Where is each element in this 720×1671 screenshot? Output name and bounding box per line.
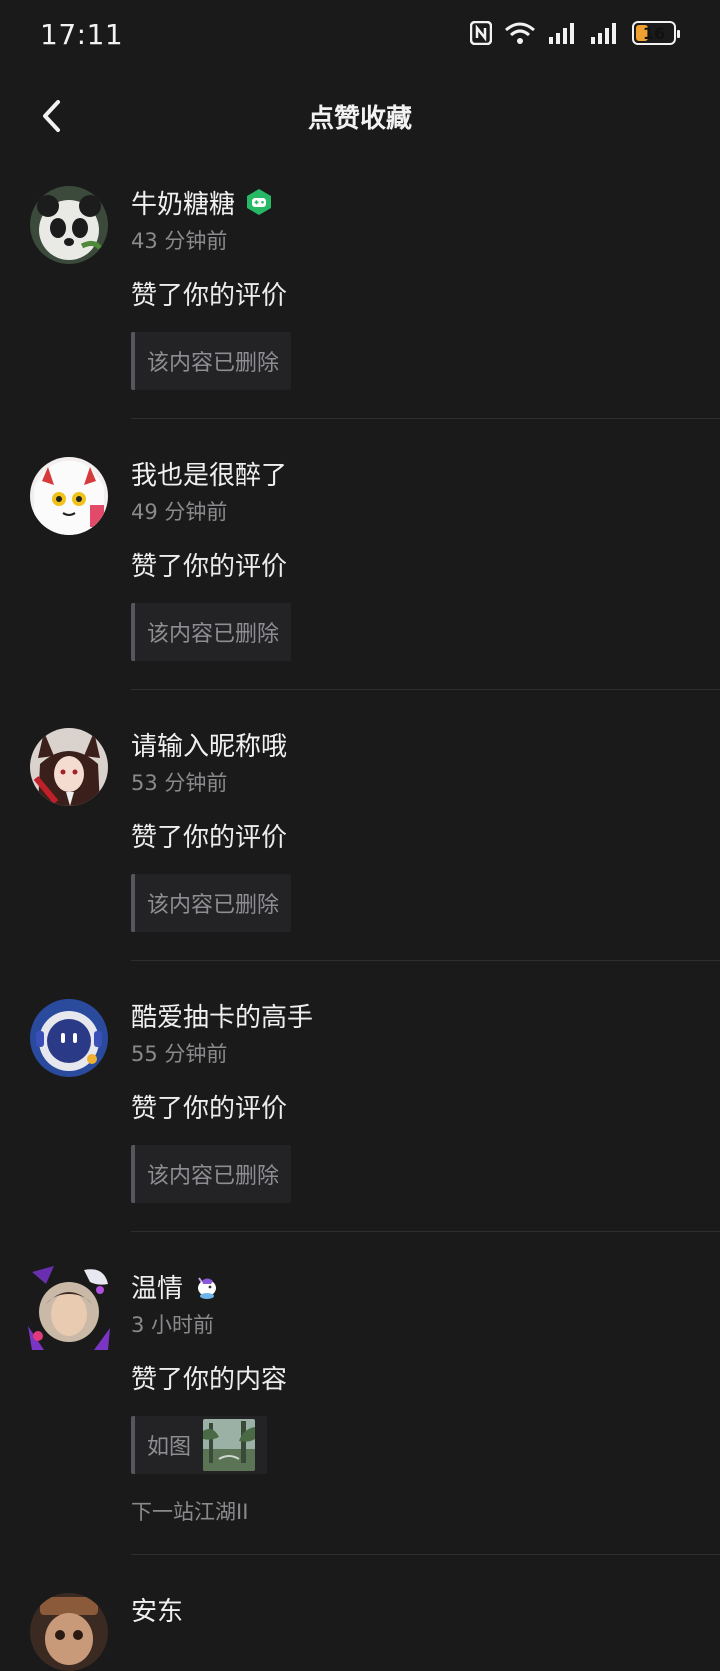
content-thumbnail-image[interactable] bbox=[203, 1419, 256, 1471]
quoted-text: 该内容已删除 bbox=[147, 1164, 280, 1189]
divider bbox=[131, 689, 720, 690]
divider bbox=[131, 1231, 720, 1232]
avatar-with-frame[interactable] bbox=[24, 1264, 114, 1354]
wifi-icon bbox=[505, 22, 535, 44]
status-icons: 16 bbox=[470, 20, 680, 46]
list-item[interactable]: 我也是很醉了 49 分钟前 赞了你的评价 该内容已删除 bbox=[0, 447, 720, 690]
list-item[interactable]: 牛奶糖糖 43 分钟前 赞了你的评价 该内容已删除 bbox=[0, 176, 720, 419]
username[interactable]: 温情 bbox=[131, 1268, 183, 1305]
header: 点赞收藏 bbox=[0, 76, 720, 156]
nfc-icon bbox=[470, 21, 492, 45]
game-controller-badge-icon bbox=[247, 189, 272, 215]
quoted-content[interactable]: 该内容已删除 bbox=[131, 332, 292, 390]
divider bbox=[131, 1554, 720, 1555]
avatar[interactable] bbox=[30, 186, 108, 264]
username[interactable]: 我也是很醉了 bbox=[131, 455, 287, 492]
quoted-content[interactable]: 如图 bbox=[131, 1416, 268, 1474]
list-item[interactable]: 请输入昵称哦 53 分钟前 赞了你的评价 该内容已删除 bbox=[0, 718, 720, 961]
divider bbox=[131, 960, 720, 961]
timestamp: 3 小时前 bbox=[131, 1313, 215, 1337]
avatar[interactable] bbox=[30, 457, 108, 535]
timestamp: 55 分钟前 bbox=[131, 1042, 228, 1066]
status-time: 17:11 bbox=[40, 18, 124, 51]
quoted-content[interactable]: 该内容已删除 bbox=[131, 1145, 292, 1203]
quoted-text: 如图 bbox=[147, 1435, 192, 1460]
quoted-content[interactable]: 该内容已删除 bbox=[131, 874, 292, 932]
action-text: 赞了你的评价 bbox=[131, 281, 288, 311]
timestamp: 53 分钟前 bbox=[131, 771, 228, 795]
quoted-text: 该内容已删除 bbox=[147, 622, 280, 647]
status-bar: 17:11 16 bbox=[0, 0, 720, 72]
action-text: 赞了你的内容 bbox=[131, 1365, 288, 1395]
timestamp: 49 分钟前 bbox=[131, 500, 228, 524]
username[interactable]: 请输入昵称哦 bbox=[131, 726, 287, 763]
avatar[interactable] bbox=[30, 1593, 108, 1671]
battery-level: 16 bbox=[642, 23, 666, 43]
quoted-content[interactable]: 该内容已删除 bbox=[131, 603, 292, 661]
quoted-text: 该内容已删除 bbox=[147, 351, 280, 376]
timestamp: 43 分钟前 bbox=[131, 229, 228, 253]
notification-list: 牛奶糖糖 43 分钟前 赞了你的评价 该内容已删除 我也是很醉了 49 分钟前 … bbox=[0, 176, 720, 1671]
content-source-link[interactable]: 下一站江湖II bbox=[131, 1496, 720, 1526]
action-text: 赞了你的评价 bbox=[131, 1094, 288, 1124]
divider bbox=[131, 418, 720, 419]
quoted-text: 该内容已删除 bbox=[147, 893, 280, 918]
signal-icon bbox=[591, 23, 616, 44]
action-text: 赞了你的评价 bbox=[131, 552, 288, 582]
username[interactable]: 牛奶糖糖 bbox=[131, 184, 235, 221]
signal-icon bbox=[549, 23, 574, 44]
username[interactable]: 酷爱抽卡的高手 bbox=[131, 997, 313, 1034]
battery-icon: 16 bbox=[632, 21, 680, 45]
username[interactable]: 安东 bbox=[131, 1591, 183, 1628]
avatar[interactable] bbox=[30, 728, 108, 806]
list-item[interactable]: 温情 3 小时前 赞了你的内容 如图 下一站江湖II bbox=[0, 1260, 720, 1555]
list-item[interactable]: 酷爱抽卡的高手 55 分钟前 赞了你的评价 该内容已删除 bbox=[0, 989, 720, 1232]
page-title: 点赞收藏 bbox=[307, 104, 412, 134]
unicorn-emoji-icon bbox=[198, 1277, 217, 1299]
avatar[interactable] bbox=[30, 999, 108, 1077]
list-item[interactable]: 安东 bbox=[0, 1583, 720, 1671]
action-text: 赞了你的评价 bbox=[131, 823, 288, 853]
